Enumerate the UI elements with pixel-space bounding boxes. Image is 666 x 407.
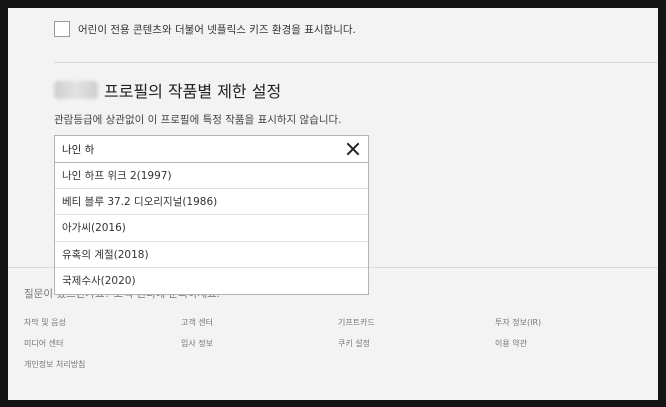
footer-link[interactable]: 투자 정보(IR) xyxy=(495,317,652,327)
footer-link[interactable]: 이용 약관 xyxy=(495,338,652,348)
restriction-description: 관람등급에 상관없이 이 프로필에 특정 작품을 표시하지 않습니다. xyxy=(54,114,342,126)
suggestion-list: 나인 하프 위크 2(1997) 베티 블루 37.2 디오리지널(1986) … xyxy=(54,162,369,295)
footer-links: 자막 및 음성 고객 센터 기프트카드 투자 정보(IR) 미디어 센터 입사 … xyxy=(24,317,654,369)
footer-link[interactable]: 미디어 센터 xyxy=(24,338,181,348)
kids-setting-row: 어린이 전용 콘텐츠와 더불어 넷플릭스 키즈 환경을 표시합니다. xyxy=(54,21,356,37)
suggestion-item[interactable]: 베티 블루 37.2 디오리지널(1986) xyxy=(55,189,368,216)
kids-checkbox-label: 어린이 전용 콘텐츠와 더불어 넷플릭스 키즈 환경을 표시합니다. xyxy=(78,23,356,36)
title-search-box xyxy=(54,135,369,163)
profile-settings-page: 어린이 전용 콘텐츠와 더불어 넷플릭스 키즈 환경을 표시합니다. 프로필의 … xyxy=(8,8,658,400)
suggestion-item[interactable]: 나인 하프 위크 2(1997) xyxy=(55,163,368,190)
footer-link[interactable]: 자막 및 음성 xyxy=(24,317,181,327)
footer-link[interactable]: 고객 센터 xyxy=(181,317,338,327)
suggestion-item[interactable]: 유혹의 계절(2018) xyxy=(55,242,368,268)
footer-link[interactable]: 입사 정보 xyxy=(181,338,338,348)
clear-search-icon[interactable] xyxy=(346,142,360,156)
suggestion-item[interactable]: 국제수사(2020) xyxy=(55,268,368,294)
footer-link[interactable]: 개인정보 처리방침 xyxy=(24,359,181,369)
blurred-profile-name xyxy=(54,81,98,99)
section-divider xyxy=(54,62,658,63)
section-heading: 프로필의 작품별 제한 설정 xyxy=(54,78,281,102)
restriction-heading: 프로필의 작품별 제한 설정 xyxy=(104,82,282,101)
title-search-input[interactable] xyxy=(55,142,346,156)
footer-link[interactable]: 기프트카드 xyxy=(338,317,495,327)
suggestion-item[interactable]: 아가씨(2016) xyxy=(55,215,368,242)
kids-checkbox[interactable] xyxy=(54,21,70,37)
footer-link[interactable]: 쿠키 설정 xyxy=(338,338,495,348)
